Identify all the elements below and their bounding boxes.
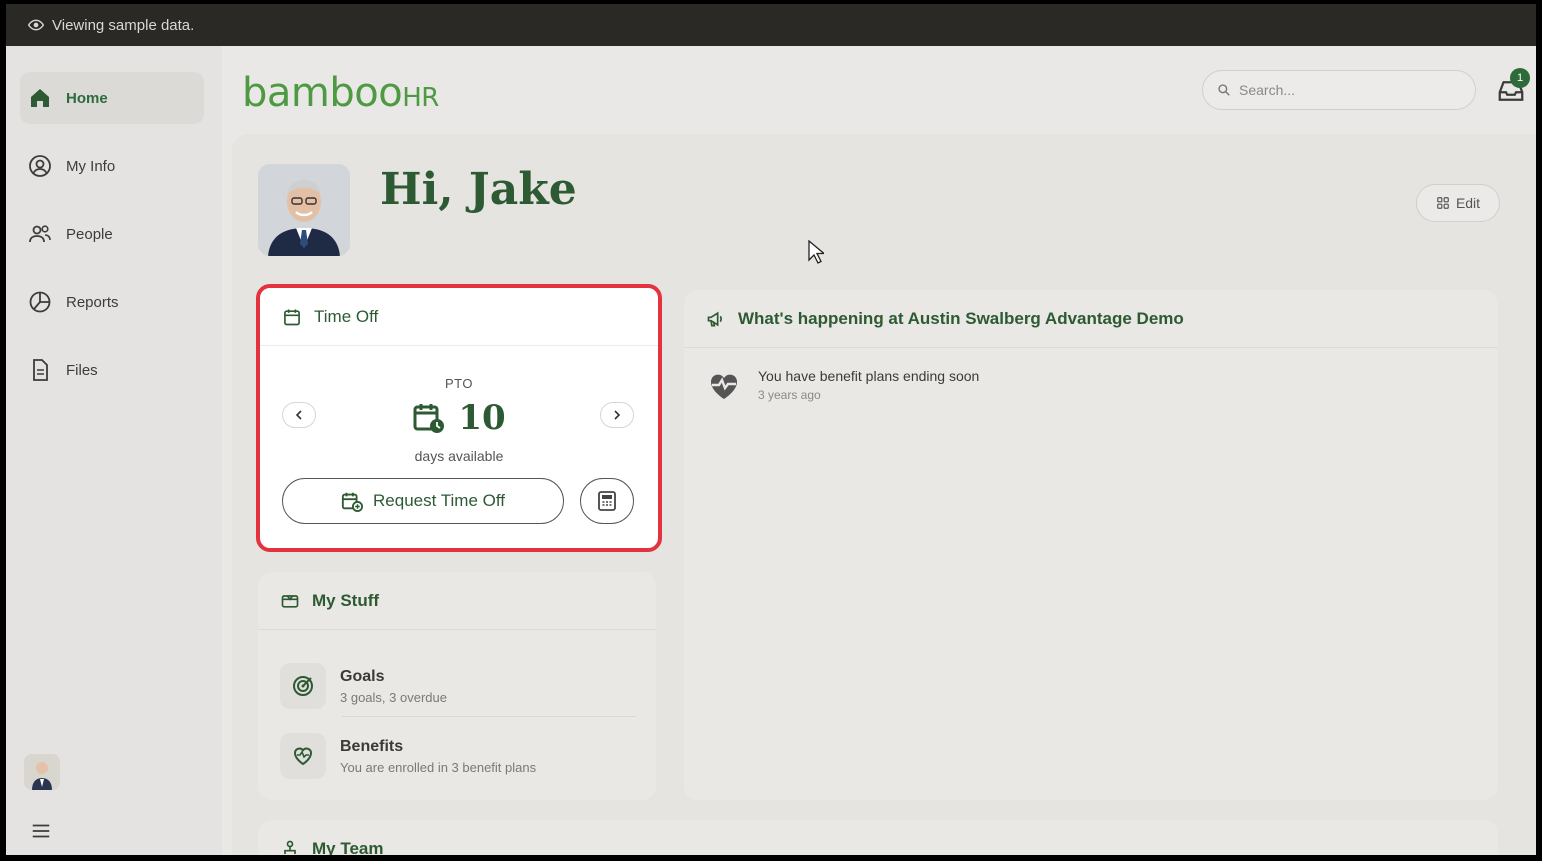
people-icon bbox=[29, 225, 51, 243]
news-timestamp: 3 years ago bbox=[758, 388, 821, 402]
sidebar-item-files[interactable]: Files bbox=[20, 344, 204, 396]
sidebar-item-label: Reports bbox=[66, 293, 119, 311]
news-item[interactable]: You have benefit plans ending soon 3 yea… bbox=[706, 368, 979, 404]
grid-icon bbox=[1437, 197, 1449, 209]
search-input[interactable]: Search... bbox=[1202, 70, 1476, 110]
calendar-icon bbox=[284, 309, 300, 325]
my-team-title: My Team bbox=[312, 839, 384, 855]
goals-icon-wrap bbox=[280, 663, 326, 709]
news-title: You have benefit plans ending soon bbox=[758, 368, 980, 384]
pto-balance: 10 bbox=[260, 398, 658, 438]
app-window: Viewing sample data. Home My Info People… bbox=[6, 4, 1536, 855]
search-placeholder: Search... bbox=[1239, 82, 1296, 98]
whats-happening-card: What's happening at Austin Swalberg Adva… bbox=[684, 290, 1498, 800]
my-stuff-card: My Stuff Goals 3 goals, 3 overdue Benefi… bbox=[258, 572, 656, 800]
my-team-header: My Team bbox=[258, 820, 1498, 855]
my-stuff-title: My Stuff bbox=[312, 590, 380, 610]
goals-item[interactable]: Goals 3 goals, 3 overdue bbox=[280, 652, 636, 720]
box-icon bbox=[281, 594, 299, 608]
calculator-icon bbox=[598, 491, 616, 511]
request-time-off-button[interactable]: Request Time Off bbox=[282, 478, 564, 524]
pto-policy-label: PTO bbox=[445, 376, 473, 391]
calendar-plus-icon bbox=[341, 492, 364, 512]
sample-data-banner: Viewing sample data. bbox=[6, 4, 1536, 46]
calendar-clock-icon bbox=[413, 404, 445, 433]
goals-title: Goals bbox=[340, 667, 385, 685]
sidebar: Home My Info People Reports Files bbox=[6, 46, 222, 855]
profile-image bbox=[258, 164, 350, 256]
sidebar-item-label: My Info bbox=[66, 157, 116, 175]
divider bbox=[342, 716, 636, 717]
next-policy-button[interactable] bbox=[600, 402, 634, 428]
sidebar-item-my-info[interactable]: My Info bbox=[20, 140, 204, 192]
hamburger-icon bbox=[32, 824, 50, 838]
benefits-icon-wrap bbox=[280, 733, 326, 779]
notification-badge: 1 bbox=[1510, 68, 1530, 88]
menu-button[interactable] bbox=[24, 814, 58, 848]
my-stuff-header: My Stuff bbox=[258, 572, 656, 630]
my-team-card: My Team bbox=[258, 820, 1498, 855]
benefits-subtitle: You are enrolled in 3 benefit plans bbox=[340, 759, 537, 775]
sidebar-item-home[interactable]: Home bbox=[20, 72, 204, 124]
time-off-card: Time Off PTO 10 days available Request T… bbox=[256, 284, 662, 552]
whats-happening-title: What's happening at Austin Swalberg Adva… bbox=[738, 308, 1184, 328]
pie-chart-icon bbox=[29, 291, 51, 313]
edit-button-label: Edit bbox=[1455, 195, 1481, 211]
sidebar-item-label: Home bbox=[66, 89, 108, 107]
mouse-cursor-icon bbox=[808, 240, 824, 264]
time-off-header: Time Off bbox=[260, 288, 658, 346]
goals-subtitle: 3 goals, 3 overdue bbox=[340, 689, 447, 705]
time-off-title: Time Off bbox=[314, 306, 379, 326]
logo-suffix: HR bbox=[402, 83, 439, 113]
pto-days-value: 10 bbox=[458, 398, 506, 438]
file-icon bbox=[33, 359, 48, 381]
megaphone-icon bbox=[707, 311, 722, 326]
request-time-off-label: Request Time Off bbox=[373, 491, 505, 510]
whats-happening-header: What's happening at Austin Swalberg Adva… bbox=[684, 290, 1498, 348]
days-available-label: days available bbox=[414, 448, 504, 464]
bamboohr-logo[interactable]: bambooHR bbox=[242, 70, 439, 116]
benefits-title: Benefits bbox=[340, 737, 404, 755]
sidebar-item-label: Files bbox=[66, 361, 98, 379]
sidebar-item-people[interactable]: People bbox=[20, 208, 204, 260]
heart-icon bbox=[293, 747, 313, 766]
sidebar-item-reports[interactable]: Reports bbox=[20, 276, 204, 328]
edit-button[interactable]: Edit bbox=[1416, 184, 1500, 222]
home-icon bbox=[31, 89, 49, 107]
user-avatar[interactable] bbox=[24, 754, 60, 790]
eye-icon bbox=[28, 19, 44, 31]
banner-text: Viewing sample data. bbox=[52, 16, 195, 34]
profile-photo[interactable] bbox=[258, 164, 350, 256]
team-icon bbox=[284, 840, 296, 854]
benefits-item[interactable]: Benefits You are enrolled in 3 benefit p… bbox=[280, 722, 636, 790]
page-title: Hi, Jake bbox=[380, 164, 577, 215]
logo-text: bamboo bbox=[242, 70, 403, 116]
sidebar-item-label: People bbox=[66, 225, 113, 243]
time-off-calculator-button[interactable] bbox=[580, 478, 634, 524]
avatar-image bbox=[24, 754, 60, 790]
target-icon bbox=[293, 676, 313, 696]
chevron-right-icon bbox=[614, 410, 621, 420]
heart-pulse-icon bbox=[710, 374, 738, 399]
user-circle-icon bbox=[29, 155, 51, 177]
search-icon bbox=[1218, 84, 1230, 96]
